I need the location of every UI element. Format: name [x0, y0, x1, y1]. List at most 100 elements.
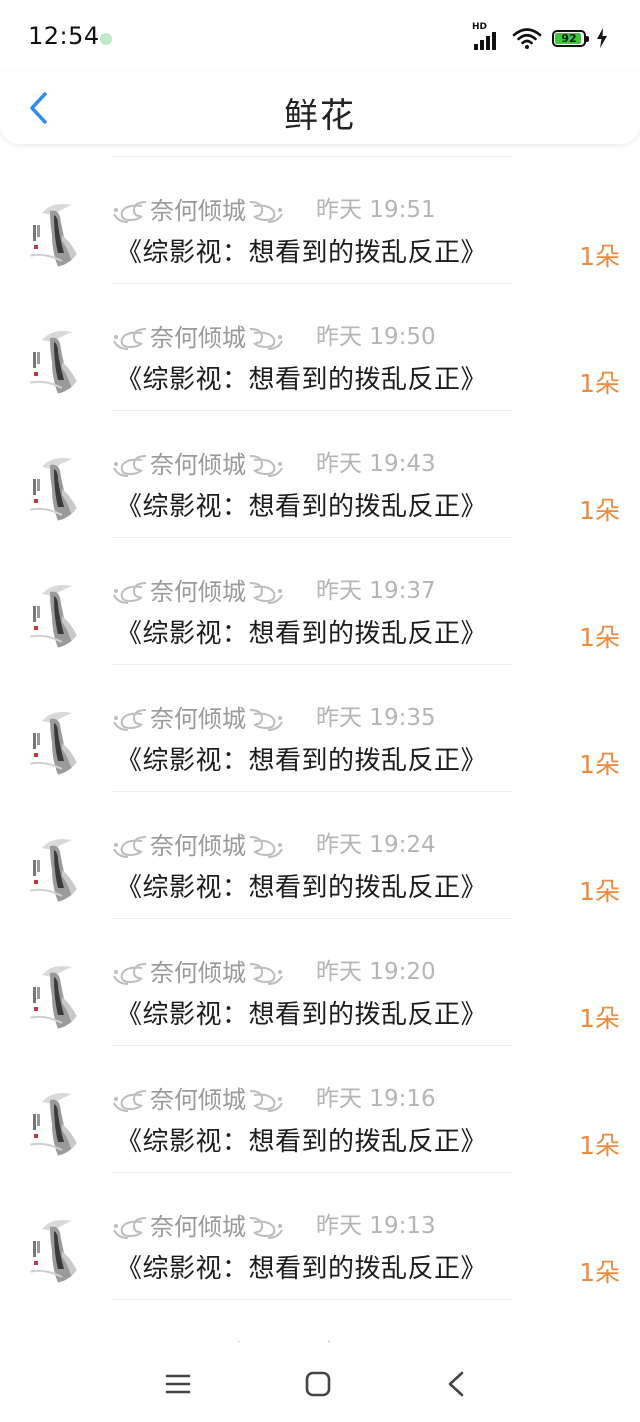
menu-icon	[165, 1374, 191, 1394]
list-item[interactable]: 奈何倾城 昨天 19:37 《综影视：想看到的拨乱反正》 1朵	[0, 538, 640, 665]
right-flourish-icon	[249, 201, 283, 223]
timestamp: 昨天 19:13	[316, 1213, 436, 1239]
list-item[interactable]: 奈何倾城 昨天 19:20 《综影视：想看到的拨乱反正》 1朵	[0, 919, 640, 1046]
system-nav-bar	[0, 1342, 640, 1422]
right-flourish-icon	[249, 1090, 283, 1112]
timestamp: 昨天 19:43	[316, 451, 436, 477]
ink-figure-image	[22, 449, 84, 521]
right-flourish-icon	[249, 709, 283, 731]
flower-count: 1朵	[579, 242, 620, 271]
app-header: 鲜花	[0, 72, 640, 144]
book-title[interactable]: 《综影视：想看到的拨乱反正》	[116, 871, 487, 905]
username-text: 奈何倾城	[150, 578, 246, 606]
username-text: 奈何倾城	[150, 197, 246, 225]
username-text: 奈何倾城	[150, 705, 246, 733]
flower-count: 1朵	[579, 496, 620, 525]
username-text: 奈何倾城	[150, 959, 246, 987]
right-flourish-icon	[249, 455, 283, 477]
timestamp: 昨天 19:50	[316, 324, 436, 350]
timestamp: 昨天 19:37	[316, 578, 436, 604]
notification-dot-icon	[100, 33, 112, 45]
charging-icon	[597, 28, 607, 48]
right-flourish-icon	[249, 582, 283, 604]
flower-record-list[interactable]: 奈何倾城 昨天 19:51 《综影视：想看到的拨乱反正》 1朵 奈何倾城 昨天 …	[0, 144, 640, 1342]
list-item[interactable]: 奈何倾城 昨天 19:43 《综影视：想看到的拨乱反正》 1朵	[0, 411, 640, 538]
signal-icon: HD	[472, 22, 502, 50]
book-title[interactable]: 《综影视：想看到的拨乱反正》	[116, 744, 487, 778]
avatar[interactable]	[22, 322, 84, 394]
page-title: 鲜花	[284, 96, 356, 136]
left-flourish-icon	[113, 709, 147, 731]
left-flourish-icon	[113, 836, 147, 858]
flower-count: 1朵	[579, 1004, 620, 1033]
timestamp: 昨天 19:51	[316, 197, 436, 223]
book-title[interactable]: 《综影视：想看到的拨乱反正》	[116, 1252, 487, 1286]
timestamp: 昨天 19:24	[316, 832, 436, 858]
book-title[interactable]: 《综影视：想看到的拨乱反正》	[116, 1125, 487, 1159]
left-flourish-icon	[113, 1217, 147, 1239]
avatar[interactable]	[22, 1084, 84, 1156]
ink-figure-image	[22, 195, 84, 267]
list-item[interactable]: 奈何倾城 昨天 19:13 《综影视：想看到的拨乱反正》 1朵	[0, 1173, 640, 1300]
ink-figure-image	[22, 703, 84, 775]
timestamp: 昨天 19:20	[316, 959, 436, 985]
username-text: 奈何倾城	[150, 451, 246, 479]
book-title[interactable]: 《综影视：想看到的拨乱反正》	[116, 617, 487, 651]
username[interactable]: 奈何倾城	[112, 576, 284, 607]
username-text: 奈何倾城	[150, 832, 246, 860]
flower-count: 1朵	[579, 877, 620, 906]
list-item[interactable]: 奈何倾城 昨天 19:16 《综影视：想看到的拨乱反正》 1朵	[0, 1046, 640, 1173]
username-text: 奈何倾城	[150, 1086, 246, 1114]
list-item[interactable]: 奈何倾城 昨天 19:51 《综影视：想看到的拨乱反正》 1朵	[0, 157, 640, 284]
home-icon	[305, 1371, 331, 1397]
flower-count: 1朵	[579, 369, 620, 398]
ink-figure-image	[22, 1211, 84, 1283]
status-icons: HD 92	[472, 22, 608, 52]
timestamp: 昨天 19:35	[316, 705, 436, 731]
username[interactable]: 奈何倾城	[112, 195, 284, 226]
right-flourish-icon	[249, 328, 283, 350]
avatar[interactable]	[22, 1211, 84, 1283]
avatar[interactable]	[22, 703, 84, 775]
menu-button[interactable]	[158, 1368, 198, 1400]
username[interactable]: 奈何倾城	[112, 830, 284, 861]
book-title[interactable]: 《综影视：想看到的拨乱反正》	[116, 236, 487, 270]
list-item[interactable]: 奈何倾城 昨天 19:24 《综影视：想看到的拨乱反正》 1朵	[0, 792, 640, 919]
flower-count: 1朵	[579, 1258, 620, 1287]
left-flourish-icon	[113, 1090, 147, 1112]
right-flourish-icon	[249, 836, 283, 858]
list-item[interactable]: 奈何倾城 昨天 19:35 《综影视：想看到的拨乱反正》 1朵	[0, 665, 640, 792]
left-flourish-icon	[113, 963, 147, 985]
username[interactable]: 奈何倾城	[112, 449, 284, 480]
flower-count: 1朵	[579, 623, 620, 652]
ink-figure-image	[22, 576, 84, 648]
avatar[interactable]	[22, 449, 84, 521]
left-flourish-icon	[113, 201, 147, 223]
username[interactable]: 奈何倾城	[112, 957, 284, 988]
home-button[interactable]	[298, 1368, 338, 1400]
username[interactable]: 奈何倾城	[112, 1084, 284, 1115]
username[interactable]: 奈何倾城	[112, 1211, 284, 1242]
username[interactable]: 奈何倾城	[112, 322, 284, 353]
flower-count: 1朵	[579, 750, 620, 779]
book-title[interactable]: 《综影视：想看到的拨乱反正》	[116, 998, 487, 1032]
username[interactable]: 奈何倾城	[112, 703, 284, 734]
book-title[interactable]: 《综影视：想看到的拨乱反正》	[116, 490, 487, 524]
timestamp: 昨天 19:16	[316, 1086, 436, 1112]
username-text: 奈何倾城	[150, 324, 246, 352]
right-flourish-icon	[249, 1217, 283, 1239]
back-nav-button[interactable]	[436, 1368, 476, 1400]
list-item[interactable]: 奈何倾城 昨天 19:50 《综影视：想看到的拨乱反正》 1朵	[0, 284, 640, 411]
avatar[interactable]	[22, 195, 84, 267]
avatar[interactable]	[22, 957, 84, 1029]
battery-icon: 92	[552, 29, 589, 47]
left-flourish-icon	[113, 582, 147, 604]
avatar[interactable]	[22, 576, 84, 648]
right-flourish-icon	[249, 963, 283, 985]
avatar[interactable]	[22, 830, 84, 902]
ink-figure-image	[22, 1084, 84, 1156]
battery-level: 92	[561, 31, 577, 45]
username-text: 奈何倾城	[150, 1213, 246, 1241]
list-item[interactable]: 奈何倾城 昨天 19:08 《综影视：想看到的拨乱反正》 1朵	[0, 1300, 640, 1342]
book-title[interactable]: 《综影视：想看到的拨乱反正》	[116, 363, 487, 397]
